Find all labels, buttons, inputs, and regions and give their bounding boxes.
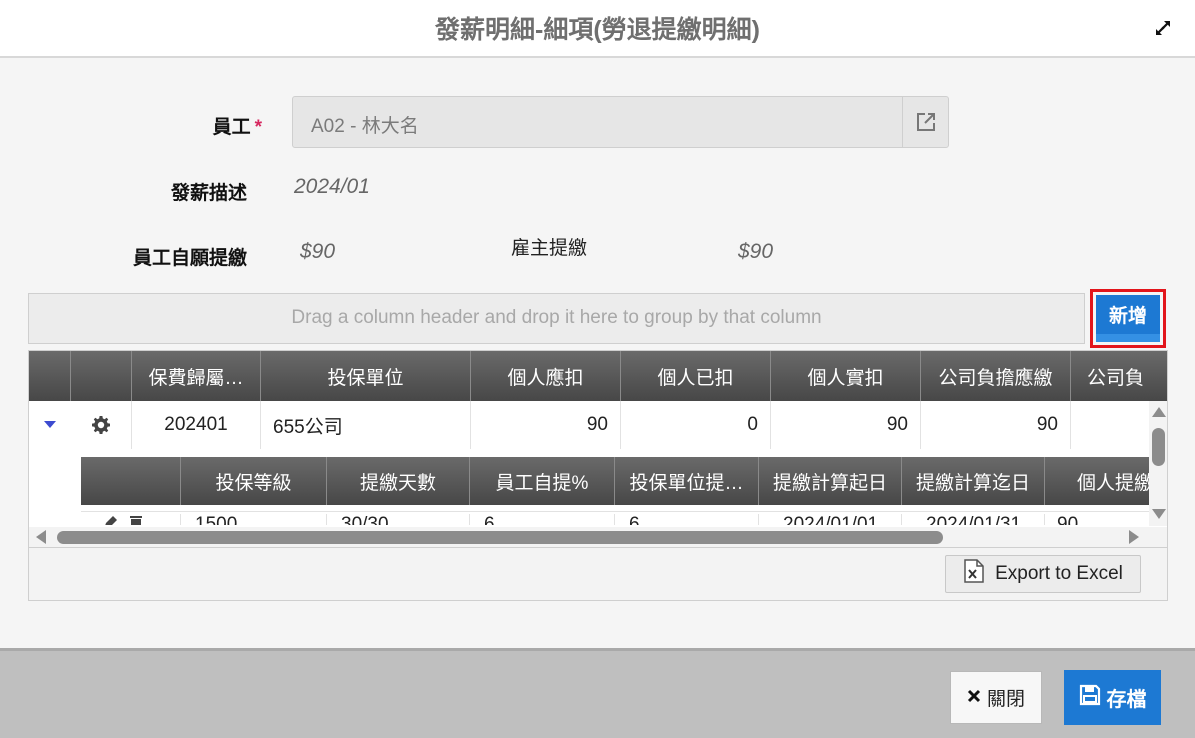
table-cell: 90 [921,401,1071,449]
table-cell: 0 [621,401,771,449]
gear-icon[interactable] [71,401,132,449]
detail-cell: 6 [615,514,759,525]
data-grid: 保費歸屬… 投保單位 個人應扣 個人已扣 個人實扣 公司負擔應繳 公司負 202… [28,350,1168,601]
horizontal-scroll-thumb[interactable] [57,531,943,544]
column-header[interactable]: 個人應扣 [471,351,621,401]
save-label: 存檔 [1106,689,1147,711]
required-mark: * [254,117,262,138]
excel-icon [963,559,985,589]
expand-icon[interactable] [1153,18,1173,38]
external-link-icon[interactable] [902,97,948,147]
detail-cell: 6 [470,514,615,525]
detail-cell: 30/30 [327,514,470,525]
detail-action-cell [101,514,181,525]
grid-footer: Export to Excel [29,547,1167,600]
column-header[interactable]: 個人已扣 [621,351,771,401]
detail-column-header[interactable]: 投保單位提… [615,457,759,505]
scroll-down-arrow-icon[interactable] [1152,509,1166,519]
save-button[interactable]: 存檔 [1064,670,1161,725]
dialog-footer: 關閉 存檔 [0,648,1195,738]
column-header[interactable]: 個人實扣 [771,351,921,401]
detail-cell: 2024/01/01 [759,514,902,525]
horizontal-scrollbar[interactable] [29,527,1167,547]
detail-column-header[interactable]: 員工自提% [470,457,615,505]
table-cell: 655公司 [261,401,471,449]
table-cell: 202401 [132,401,261,449]
column-header[interactable]: 公司負 [1071,351,1167,401]
detail-column-header[interactable]: 提繳天數 [327,457,470,505]
scroll-up-arrow-icon[interactable] [1152,407,1166,417]
detail-column-header[interactable]: 個人提繳 [1045,457,1151,505]
detail-row[interactable]: 1500 30/30 6 6 2024/01/01 2024/01/31 90 [81,511,1151,525]
add-button-highlight: 新增 [1090,289,1166,348]
voluntary-label: 員工自願提繳 [132,248,247,269]
employee-label: 員工 * [212,117,262,138]
detail-cell: 1500 [181,514,327,525]
grid-header: 保費歸屬… 投保單位 個人應扣 個人已扣 個人實扣 公司負擔應繳 公司負 [29,351,1167,401]
edit-icon[interactable] [101,514,119,525]
column-header[interactable]: 公司負擔應繳 [921,351,1071,401]
vertical-scrollbar[interactable] [1149,401,1167,526]
desc-label: 發薪描述 [170,183,247,204]
employer-value: $90 [738,240,774,263]
employee-field[interactable]: A02 - 林大名 [292,96,949,148]
export-excel-button[interactable]: Export to Excel [945,555,1141,593]
vertical-scroll-thumb[interactable] [1152,428,1165,466]
detail-column-header[interactable]: 投保等級 [181,457,327,505]
detail-column-header[interactable]: 提繳計算起日 [759,457,902,505]
scroll-right-arrow-icon[interactable] [1129,530,1139,544]
voluntary-value: $90 [300,240,336,263]
save-disk-icon [1079,684,1101,712]
detail-cell: 2024/01/31 [902,514,1045,525]
dialog-title: 發薪明細-細項(勞退提繳明細) [435,16,760,44]
export-excel-label: Export to Excel [995,563,1123,584]
desc-value: 2024/01 [294,175,370,198]
table-cell: 90 [771,401,921,449]
group-hint: Drag a column header and drop it here to… [291,307,822,328]
detail-action-col [81,457,181,505]
detail-grid-header: 投保等級 提繳天數 員工自提% 投保單位提… 提繳計算起日 提繳計算迄日 個人提… [81,457,1151,505]
detail-cell: 90 [1057,514,1079,525]
scroll-left-arrow-icon[interactable] [36,530,46,544]
dialog-header: 發薪明細-細項(勞退提繳明細) [0,0,1195,58]
expand-row-icon[interactable] [29,401,71,449]
close-label: 關閉 [986,689,1025,710]
header-action-col [71,351,132,401]
employee-value: A02 - 林大名 [311,116,419,137]
table-cell [1071,401,1149,449]
table-row[interactable]: 202401 655公司 90 0 90 90 [29,401,1149,449]
add-button[interactable]: 新增 [1096,295,1160,342]
table-cell: 90 [471,401,621,449]
close-button[interactable]: 關閉 [950,671,1042,724]
delete-icon[interactable] [127,514,145,525]
header-expand-col [29,351,71,401]
detail-column-header[interactable]: 提繳計算迄日 [902,457,1045,505]
close-x-icon [967,687,981,709]
column-header[interactable]: 保費歸屬… [132,351,261,401]
column-header[interactable]: 投保單位 [261,351,471,401]
group-drop-area[interactable]: Drag a column header and drop it here to… [28,293,1085,344]
employer-label: 雇主提繳 [511,238,588,259]
